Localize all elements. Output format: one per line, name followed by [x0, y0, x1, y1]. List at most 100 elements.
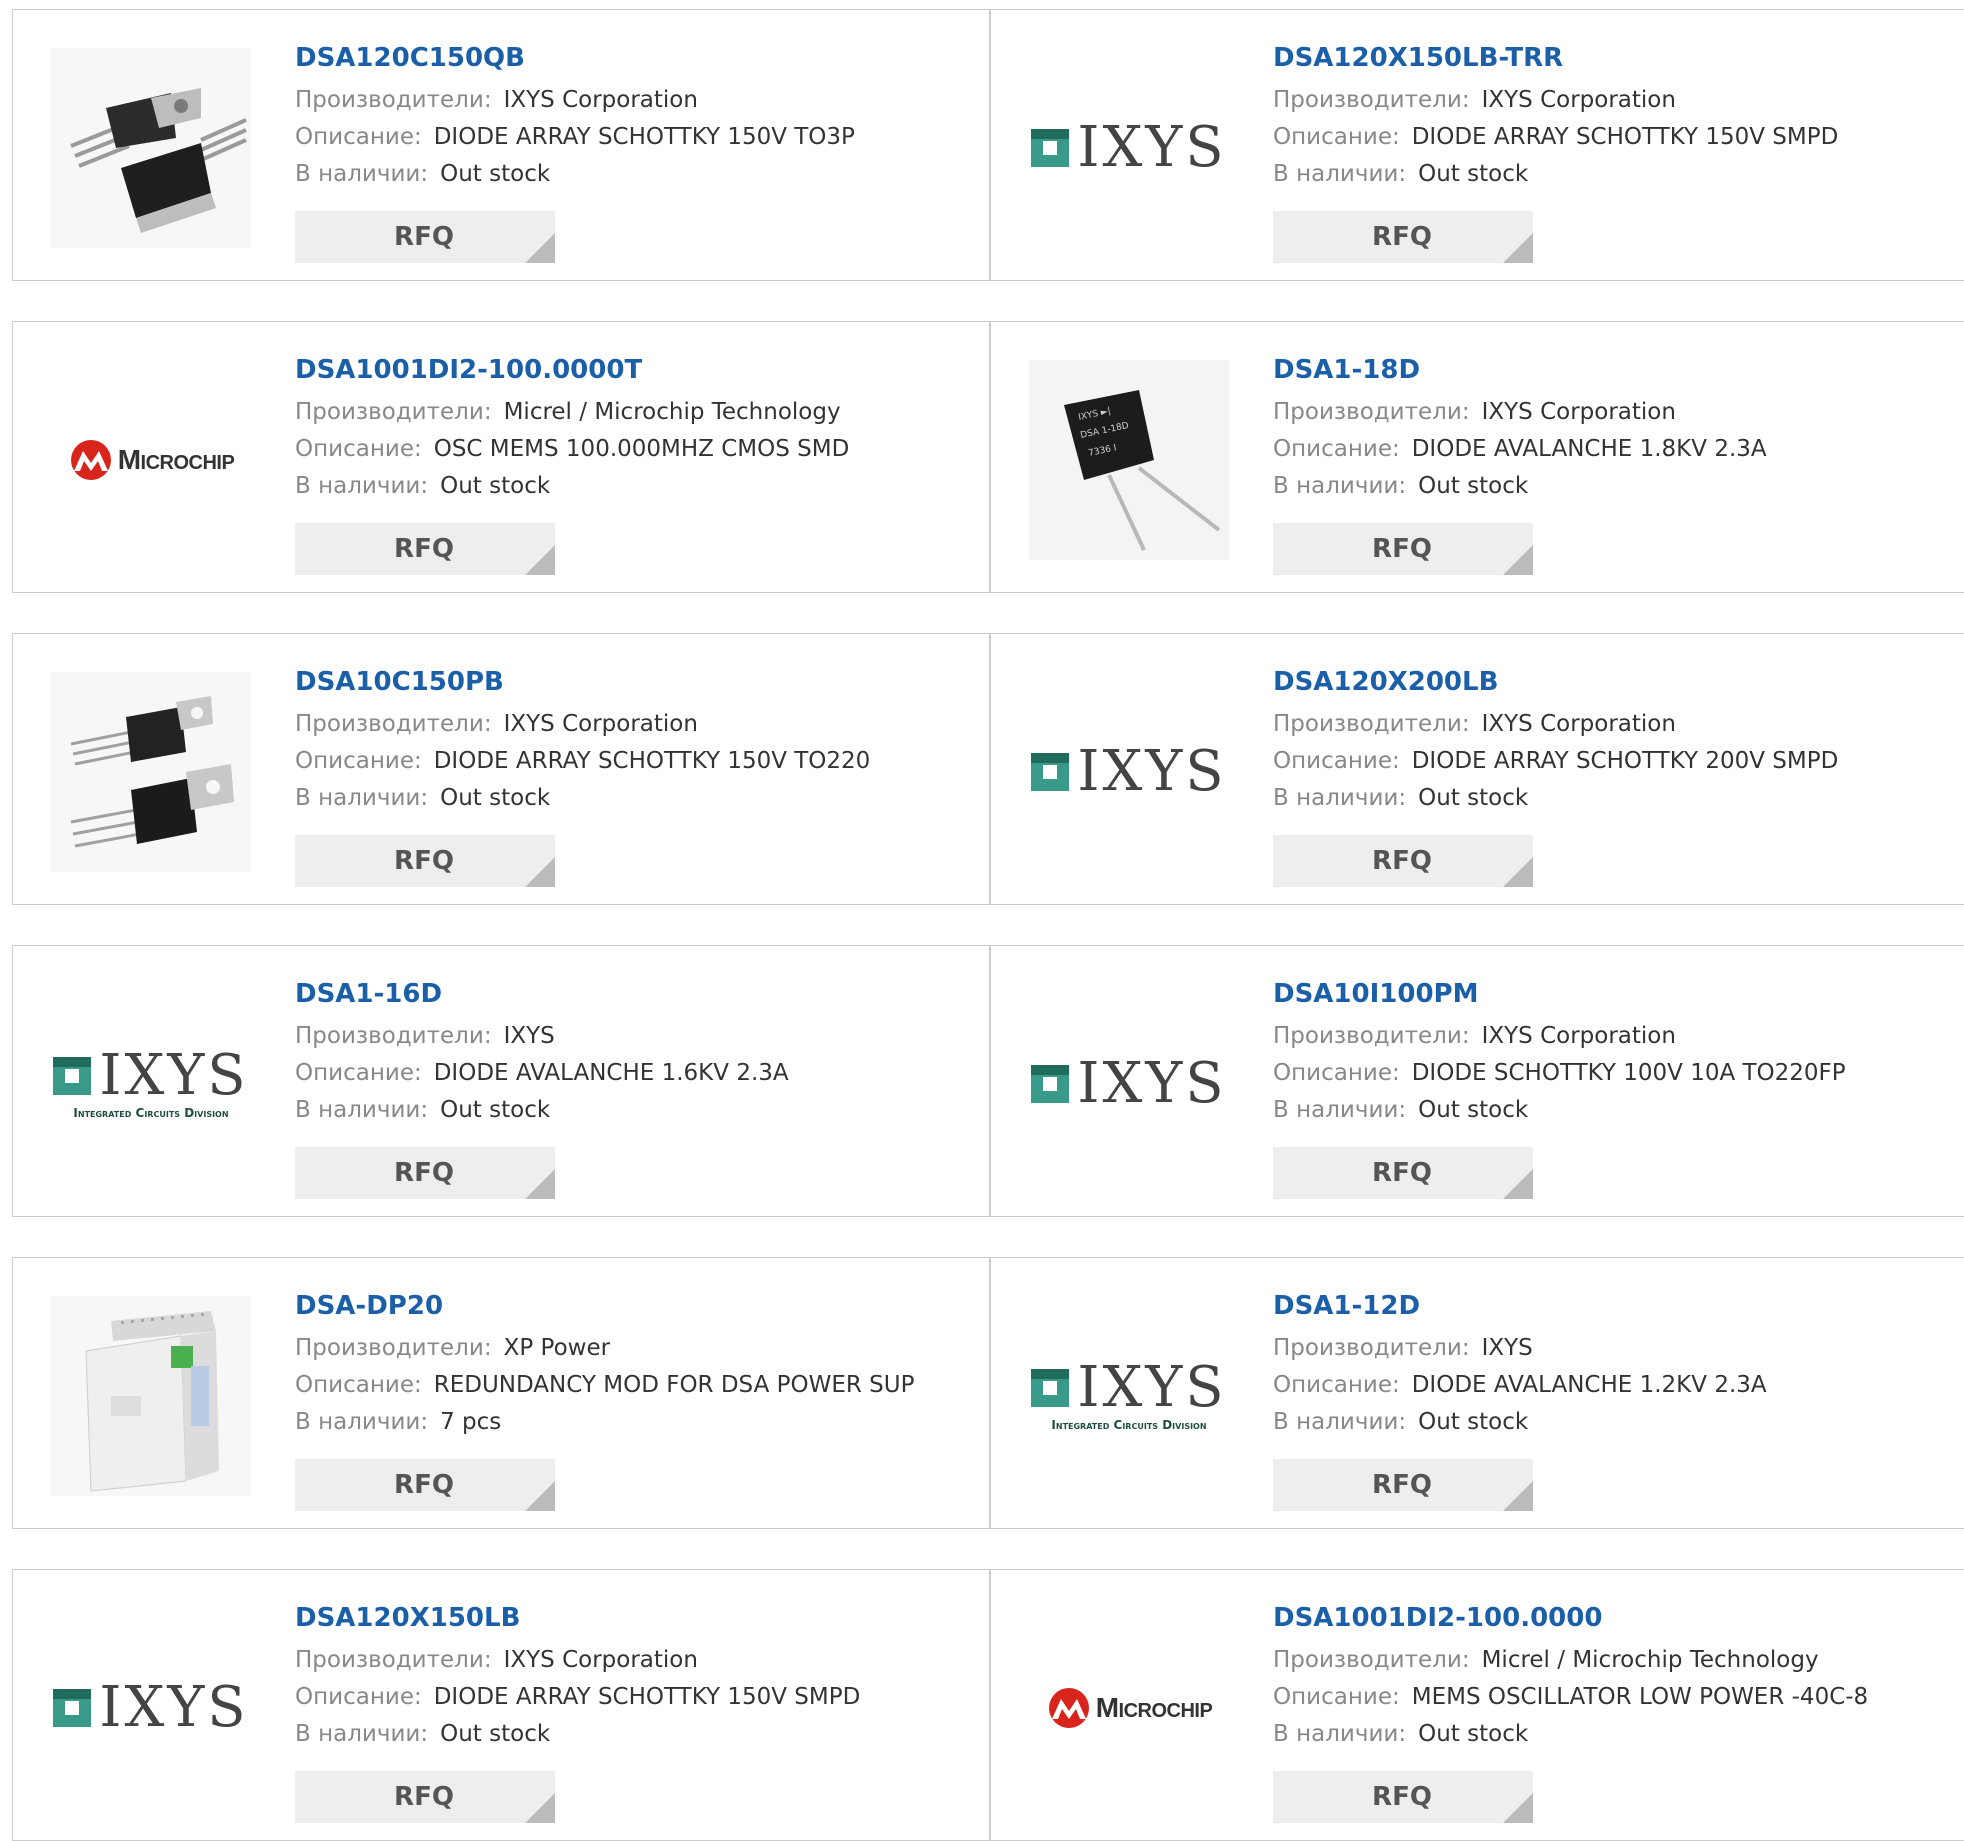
product-image[interactable]: IXYS [1029, 48, 1229, 248]
product-name-link[interactable]: DSA-DP20 [295, 1288, 979, 1324]
product-image[interactable]: IXYS [51, 1608, 251, 1808]
description-row: Описание: DIODE ARRAY SCHOTTKY 200V SMPD [1273, 743, 1957, 780]
manufacturer-value: IXYS Corporation [503, 711, 698, 737]
product-card: IXYS DSA120X150LB Производители: IXYS Cor… [12, 1569, 990, 1841]
rfq-corner-decoration [525, 857, 555, 887]
rfq-button[interactable]: RFQ [1273, 835, 1533, 887]
description-label: Описание: [295, 748, 422, 774]
stock-label: В наличии: [1273, 1409, 1407, 1435]
rfq-button[interactable]: RFQ [295, 835, 555, 887]
product-name-link[interactable]: DSA1-18D [1273, 352, 1957, 388]
product-name-link[interactable]: DSA1001DI2-100.0000 [1273, 1600, 1957, 1636]
product-card: Microchip DSA1001DI2-100.0000T Производи… [12, 321, 990, 593]
description-label: Описание: [295, 1684, 422, 1710]
manufacturer-label: Производители: [295, 1647, 492, 1673]
rfq-label: RFQ [1372, 534, 1432, 564]
manufacturer-label: Производители: [295, 87, 492, 113]
diode-photo: IXYS ►|DSA 1-18D7336 I [1029, 360, 1229, 560]
description-row: Описание: DIODE AVALANCHE 1.6KV 2.3A [295, 1055, 979, 1092]
product-name-link[interactable]: DSA10I100PM [1273, 976, 1957, 1012]
manufacturer-row: Производители: IXYS Corporation [1273, 394, 1957, 431]
description-label: Описание: [1273, 748, 1400, 774]
rfq-button[interactable]: RFQ [1273, 1459, 1533, 1511]
manufacturer-value: IXYS Corporation [1481, 1023, 1676, 1049]
rfq-button[interactable]: RFQ [1273, 1147, 1533, 1199]
stock-label: В наличии: [295, 161, 429, 187]
rfq-label: RFQ [394, 846, 454, 876]
product-name-link[interactable]: DSA120C150QB [295, 40, 979, 76]
manufacturer-value: IXYS Corporation [1481, 711, 1676, 737]
rfq-label: RFQ [394, 1782, 454, 1812]
manufacturer-value: IXYS Corporation [1481, 399, 1676, 425]
power-module-photo [51, 1296, 251, 1496]
product-card: DSA10C150PB Производители: IXYS Corporati… [12, 633, 990, 905]
description-row: Описание: REDUNDANCY MOD FOR DSA POWER SU… [295, 1367, 979, 1404]
product-info: DSA120X150LB-TRR Производители: IXYS Corp… [1273, 40, 1957, 193]
product-name-link[interactable]: DSA120X150LB-TRR [1273, 40, 1957, 76]
rfq-label: RFQ [394, 222, 454, 252]
product-info: DSA1-18D Производители: IXYS Corporation … [1273, 352, 1957, 505]
product-image[interactable] [51, 672, 251, 872]
description-value: REDUNDANCY MOD FOR DSA POWER SUP [433, 1372, 915, 1398]
product-info: DSA-DP20 Производители: XP Power Описание… [295, 1288, 979, 1441]
stock-value: 7 pcs [440, 1409, 502, 1435]
manufacturer-row: Производители: IXYS [1273, 1330, 1957, 1367]
description-row: Описание: DIODE ARRAY SCHOTTKY 150V TO220 [295, 743, 979, 780]
description-label: Описание: [1273, 1060, 1400, 1086]
product-image[interactable] [51, 48, 251, 248]
description-row: Описание: DIODE ARRAY SCHOTTKY 150V SMPD [295, 1679, 979, 1716]
product-card: DSA120C150QB Производители: IXYS Corporat… [12, 9, 990, 281]
description-value: OSC MEMS 100.000MHZ CMOS SMD [433, 436, 850, 462]
rfq-button[interactable]: RFQ [295, 1771, 555, 1823]
rfq-corner-decoration [525, 1793, 555, 1823]
stock-label: В наличии: [295, 473, 429, 499]
product-name-link[interactable]: DSA120X150LB [295, 1600, 979, 1636]
product-image[interactable]: IXYS Integrated Circuits Division [51, 984, 251, 1184]
stock-value: Out stock [440, 785, 551, 811]
manufacturer-value: IXYS Corporation [503, 1647, 698, 1673]
product-name-link[interactable]: DSA10C150PB [295, 664, 979, 700]
product-name-link[interactable]: DSA1001DI2-100.0000T [295, 352, 979, 388]
product-image[interactable]: IXYS [1029, 672, 1229, 872]
product-image[interactable]: Microchip [51, 360, 251, 560]
rfq-button[interactable]: RFQ [295, 523, 555, 575]
stock-value: Out stock [1418, 785, 1529, 811]
description-label: Описание: [1273, 436, 1400, 462]
rfq-corner-decoration [525, 1481, 555, 1511]
stock-row: В наличии: Out stock [1273, 156, 1957, 193]
description-label: Описание: [1273, 124, 1400, 150]
manufacturer-label: Производители: [1273, 87, 1470, 113]
rfq-button[interactable]: RFQ [295, 1147, 555, 1199]
rfq-button[interactable]: RFQ [1273, 211, 1533, 263]
product-name-link[interactable]: DSA1-16D [295, 976, 979, 1012]
product-name-link[interactable]: DSA1-12D [1273, 1288, 1957, 1324]
product-image[interactable]: Microchip [1029, 1608, 1229, 1808]
description-value: MEMS OSCILLATOR LOW POWER -40C-8 [1411, 1684, 1869, 1710]
product-image[interactable]: IXYS Integrated Circuits Division [1029, 1296, 1229, 1496]
manufacturer-label: Производители: [1273, 1335, 1470, 1361]
stock-row: В наличии: Out stock [1273, 1404, 1957, 1441]
rfq-button[interactable]: RFQ [1273, 523, 1533, 575]
stock-label: В наличии: [295, 1721, 429, 1747]
product-name-link[interactable]: DSA120X200LB [1273, 664, 1957, 700]
description-label: Описание: [295, 1372, 422, 1398]
stock-value: Out stock [440, 473, 551, 499]
stock-row: В наличии: Out stock [1273, 1092, 1957, 1129]
rfq-button[interactable]: RFQ [1273, 1771, 1533, 1823]
product-image[interactable]: IXYS ►| DSA 1-18D 7336 I [1029, 360, 1229, 560]
description-row: Описание: DIODE ARRAY SCHOTTKY 150V TO3P [295, 119, 979, 156]
stock-row: В наличии: Out stock [1273, 468, 1957, 505]
description-row: Описание: DIODE ARRAY SCHOTTKY 150V SMPD [1273, 119, 1957, 156]
stock-label: В наличии: [295, 1409, 429, 1435]
stock-label: В наличии: [1273, 1097, 1407, 1123]
product-image[interactable]: IXYS [1029, 984, 1229, 1184]
product-image[interactable] [51, 1296, 251, 1496]
rfq-label: RFQ [394, 534, 454, 564]
stock-value: Out stock [1418, 1721, 1529, 1747]
description-label: Описание: [295, 1060, 422, 1086]
rfq-button[interactable]: RFQ [295, 1459, 555, 1511]
manufacturer-row: Производители: IXYS [295, 1018, 979, 1055]
stock-row: В наличии: Out stock [1273, 780, 1957, 817]
rfq-corner-decoration [1503, 233, 1533, 263]
rfq-button[interactable]: RFQ [295, 211, 555, 263]
